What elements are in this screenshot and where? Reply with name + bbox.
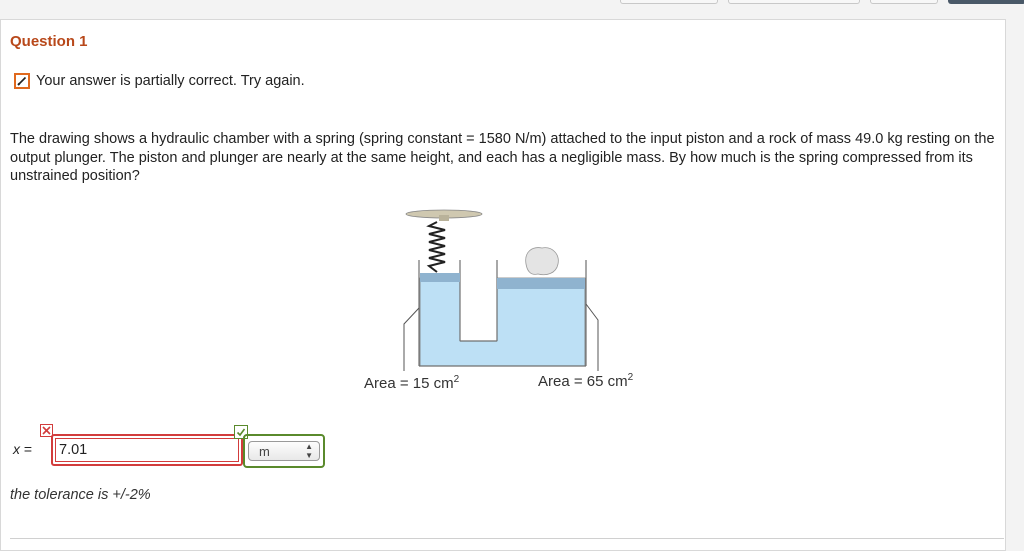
answer-row: x = m ▲▼ [10,424,340,474]
pencil-icon [14,73,30,89]
tab[interactable] [728,0,860,4]
answer-input[interactable] [55,438,239,462]
spring [426,221,446,273]
tab[interactable] [620,0,718,4]
unit-select[interactable]: m ▲ ▼ [248,441,320,461]
question-title: Question 1 [10,33,88,50]
tab[interactable] [870,0,938,4]
input-piston [420,273,460,282]
output-plunger [497,278,585,289]
output-area-label: Area = 65 cm2 [538,372,634,390]
tolerance-note: the tolerance is +/-2% [10,487,151,503]
status-message: Your answer is partially correct. Try ag… [14,73,305,89]
tab-active[interactable] [948,0,1024,4]
fluid [419,277,586,367]
hydraulic-chamber-figure: Area = 15 cm2 Area = 65 cm2 [340,196,680,406]
select-arrows-icon: ▲ ▼ [305,442,313,460]
input-area-label: Area = 15 cm2 [364,374,460,392]
problem-statement: The drawing shows a hydraulic chamber wi… [10,131,995,184]
rock [525,247,559,276]
unit-value: m [259,444,270,459]
answer-variable-label: x = [13,441,33,457]
top-tab-strip [0,0,1024,8]
status-text: Your answer is partially correct. Try ag… [36,73,305,89]
divider [10,538,1004,539]
